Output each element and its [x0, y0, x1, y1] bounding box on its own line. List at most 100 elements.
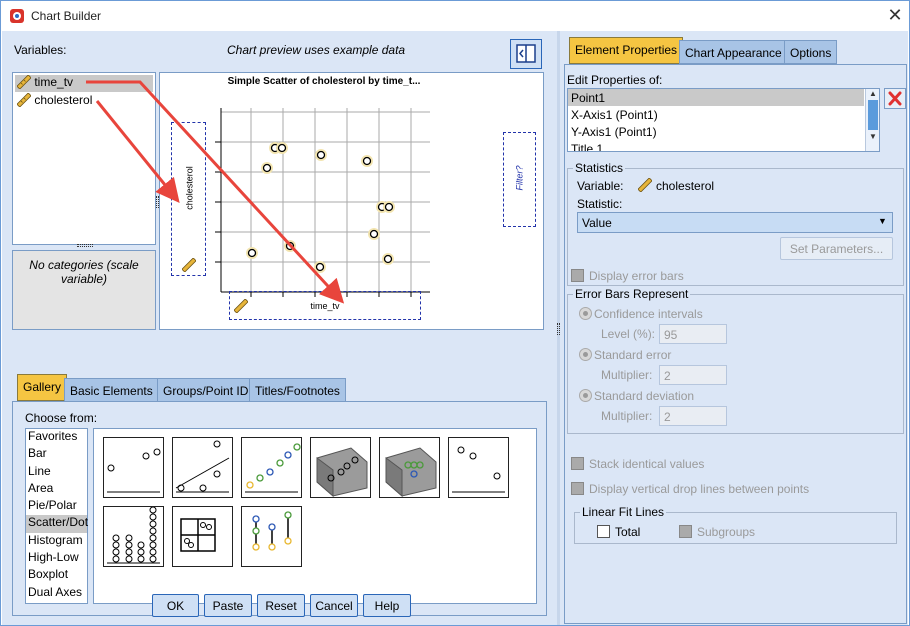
drop-lines-checkbox[interactable]	[571, 482, 584, 495]
error-bars-group-title: Error Bars Represent	[573, 287, 691, 301]
dot-plot-thumbnail[interactable]	[103, 506, 164, 567]
simple-scatter-thumbnail[interactable]	[103, 437, 164, 498]
list-item[interactable]: X-Axis1 (Point1)	[568, 106, 879, 123]
list-item[interactable]: Area	[26, 481, 87, 498]
filter-label: Filter?	[514, 165, 525, 191]
statistic-dropdown-value: Value	[582, 216, 612, 230]
list-item[interactable]: Bar	[26, 446, 87, 463]
level-input[interactable]: 95	[659, 324, 727, 344]
title-bar: Chart Builder ✕	[1, 1, 909, 31]
linear-fit-group-title: Linear Fit Lines	[580, 505, 667, 519]
variable-item-time-tv[interactable]: time_tv	[15, 74, 153, 92]
list-item[interactable]: Boxplot	[26, 567, 87, 584]
plot-gridlines	[221, 108, 430, 293]
simple-scatter-icon	[107, 448, 161, 493]
summary-point-thumbnail[interactable]	[448, 437, 509, 498]
tab-label: Element Properties	[575, 43, 678, 57]
chart-type-list[interactable]: Favorites Bar Line Area Pie/Polar Scatte…	[25, 428, 88, 604]
grouped-3d-scatter-icon	[385, 447, 437, 498]
variable-item-cholesterol[interactable]: cholesterol	[15, 92, 92, 110]
window-close-button[interactable]: ✕	[885, 5, 905, 26]
variables-label: Variables:	[14, 43, 67, 57]
x-axis-drop-zone[interactable]: time_tv	[229, 291, 421, 320]
reset-button[interactable]: Reset	[257, 594, 305, 617]
dialog-client: Variables: Chart preview uses example da…	[2, 31, 908, 625]
drop-line-icon	[252, 511, 292, 551]
variables-list[interactable]: time_tv cholesterol	[12, 72, 156, 245]
sd-multiplier-label: Multiplier:	[601, 409, 653, 423]
grouped-scatter-icon	[245, 443, 301, 493]
no-categories-text: No categories (scale variable)	[29, 258, 139, 286]
chart-preview-canvas[interactable]: Simple Scatter of cholesterol by time_t.…	[159, 72, 544, 330]
summary-point-icon	[452, 446, 505, 493]
list-item-selected[interactable]: Scatter/Dot	[26, 515, 88, 533]
standard-deviation-radio[interactable]	[579, 389, 592, 402]
tab-groups-point-id[interactable]: Groups/Point ID	[157, 378, 255, 402]
list-item[interactable]: Title 1	[568, 140, 879, 151]
tab-chart-appearance[interactable]: Chart Appearance	[679, 40, 788, 64]
se-multiplier-input[interactable]: 2	[659, 365, 727, 385]
display-error-bars-checkbox[interactable]	[571, 269, 584, 282]
scroll-thumb[interactable]	[868, 100, 878, 130]
categories-box: No categories (scale variable)	[12, 250, 156, 330]
help-button[interactable]: Help	[363, 594, 411, 617]
total-checkbox[interactable]	[597, 525, 610, 538]
preview-options-button[interactable]	[510, 39, 542, 69]
list-scrollbar[interactable]: ▲ ▼	[865, 89, 879, 151]
statistic-label: Statistic:	[577, 197, 623, 211]
tab-titles-footnotes[interactable]: Titles/Footnotes	[249, 378, 346, 402]
cancel-button[interactable]: Cancel	[310, 594, 358, 617]
drop-line-thumbnail[interactable]	[241, 506, 302, 567]
list-item[interactable]: Dual Axes	[26, 585, 87, 602]
delete-element-button[interactable]	[884, 88, 906, 109]
panel-splitter-grip[interactable]	[557, 323, 560, 335]
standard-error-radio[interactable]	[579, 348, 592, 361]
standard-deviation-label: Standard deviation	[594, 389, 695, 403]
tab-element-properties[interactable]: Element Properties	[569, 37, 684, 64]
scatter-fit-line-thumbnail[interactable]	[172, 437, 233, 498]
edit-properties-list[interactable]: Point1 X-Axis1 (Point1) Y-Axis1 (Point1)…	[567, 88, 880, 152]
confidence-intervals-radio[interactable]	[579, 307, 592, 320]
list-item[interactable]: Histogram	[26, 533, 87, 550]
list-item[interactable]: High-Low	[26, 550, 87, 567]
scroll-up-icon[interactable]: ▲	[866, 89, 879, 98]
tab-basic-elements[interactable]: Basic Elements	[64, 378, 159, 402]
preview-caption: Chart preview uses example data	[227, 43, 406, 57]
scatterplot-matrix-thumbnail[interactable]	[172, 506, 233, 567]
list-item[interactable]: Line	[26, 464, 87, 481]
splitter-grip[interactable]	[77, 244, 93, 247]
grouped-3d-scatter-thumbnail[interactable]	[379, 437, 440, 498]
tab-gallery[interactable]: Gallery	[17, 374, 68, 401]
statistic-dropdown[interactable]: Value ▼	[577, 212, 893, 233]
list-item[interactable]: Pie/Polar	[26, 498, 87, 515]
dot-plot-icon	[107, 506, 160, 564]
choose-from-label: Choose from:	[25, 411, 98, 425]
tab-options[interactable]: Options	[784, 40, 838, 64]
total-label: Total	[615, 525, 641, 539]
sd-multiplier-input[interactable]: 2	[659, 406, 727, 426]
scale-ruler-icon	[638, 178, 652, 192]
list-item[interactable]: Y-Axis1 (Point1)	[568, 123, 879, 140]
list-item-selected[interactable]: Point1	[568, 89, 864, 106]
scroll-down-icon[interactable]: ▼	[866, 132, 879, 141]
subgroups-label: Subgroups	[697, 525, 756, 539]
subgroups-checkbox[interactable]	[679, 525, 692, 538]
stack-identical-checkbox[interactable]	[571, 457, 584, 470]
paste-button[interactable]: Paste	[204, 594, 252, 617]
grouped-scatter-thumbnail[interactable]	[241, 437, 302, 498]
filter-drop-zone[interactable]: Filter?	[503, 132, 536, 227]
variable-name: time_tv	[34, 75, 74, 89]
list-item[interactable]: Favorites	[26, 429, 87, 446]
x-axis-drop-label: time_tv	[310, 301, 340, 311]
ok-button[interactable]: OK	[152, 594, 199, 617]
chart-builder-window: Chart Builder ✕ Variables: Chart preview…	[0, 0, 910, 626]
scale-ruler-icon	[16, 92, 32, 108]
y-axis-drop-zone[interactable]: cholesterol	[171, 122, 206, 276]
y-axis-drop-label: cholesterol	[184, 166, 195, 210]
tab-label: Gallery	[23, 380, 62, 394]
display-error-bars-label: Display error bars	[589, 269, 684, 283]
scatter-fit-line-icon	[175, 440, 230, 493]
3d-scatter-thumbnail[interactable]	[310, 437, 371, 498]
set-parameters-button[interactable]: Set Parameters...	[780, 237, 893, 260]
chevron-down-icon: ▼	[878, 216, 887, 226]
